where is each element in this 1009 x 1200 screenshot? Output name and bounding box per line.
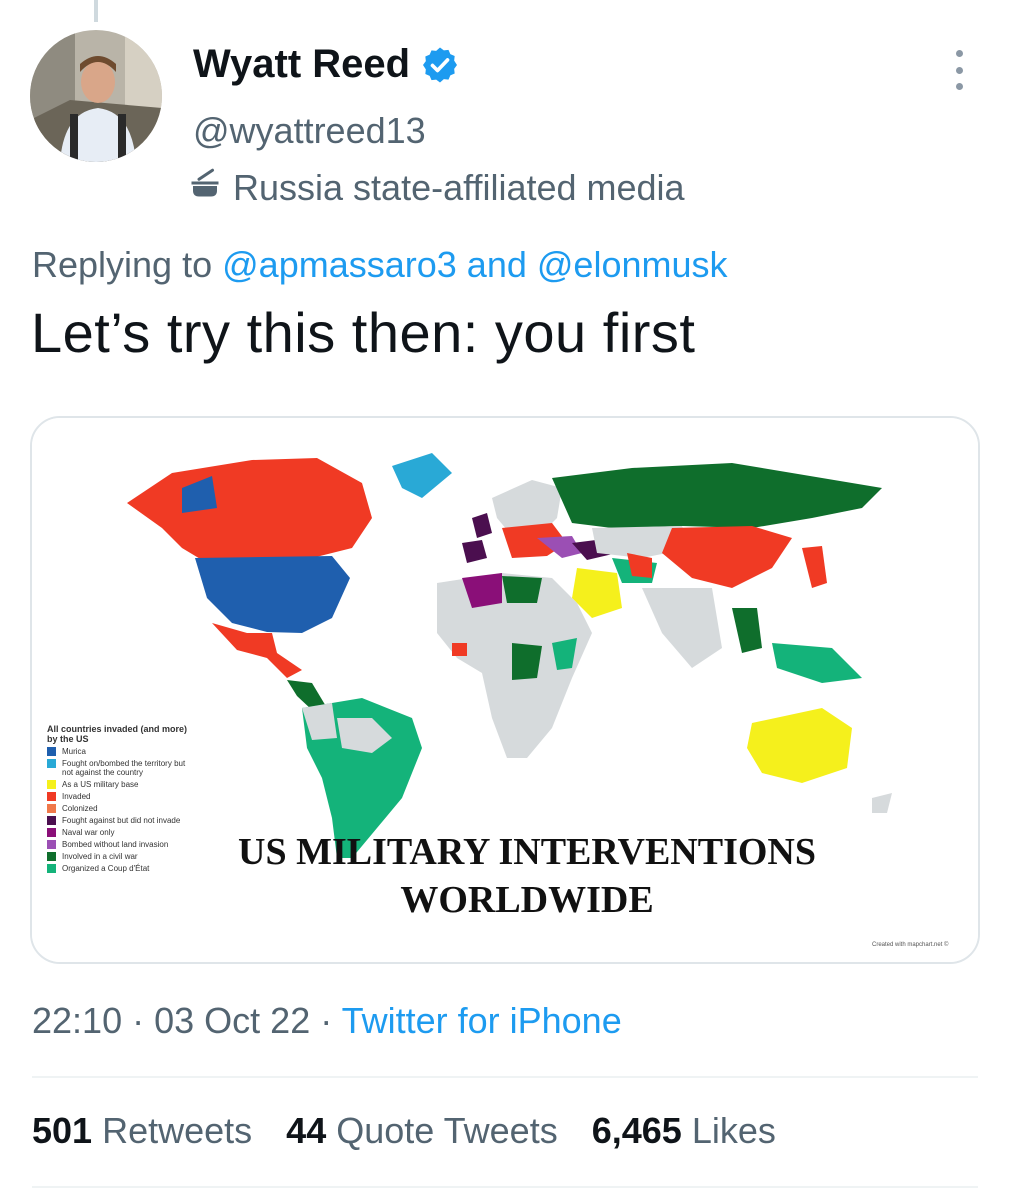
retweets-label: Retweets [102,1110,253,1151]
legend-item: Bombed without land invasion [47,840,197,849]
meta-separator: · [132,1000,145,1041]
quote-tweets-label: Quote Tweets [336,1110,558,1151]
legend-label: Colonized [62,804,98,813]
legend-item: Invaded [47,792,197,801]
legend-label: Fought on/bombed the territory but not a… [62,759,186,777]
replying-to-prefix: Replying to [32,244,213,285]
mention-link[interactable]: @apmassaro3 [222,244,457,285]
legend-item: Fought on/bombed the territory but not a… [47,759,197,777]
legend-label: Fought against but did not invade [62,816,181,825]
legend-swatch [47,816,56,825]
map-title-line2: WORLDWIDE [400,879,654,921]
legend-item: Naval war only [47,828,197,837]
legend-swatch [47,828,56,837]
tweet-meta: 22:10 · 03 Oct 22 · Twitter for iPhone [32,1000,622,1042]
state-media-label[interactable]: Russia state-affiliated media [187,165,685,210]
verified-badge-icon [420,45,460,85]
map-title-line1: US MILITARY INTERVENTIONS [238,831,816,873]
legend-swatch [47,780,56,789]
tweet-time[interactable]: 22:10 [32,1000,122,1041]
legend-swatch [47,864,56,873]
more-options-icon[interactable] [944,50,974,90]
likes-count: 6,465 [591,1110,682,1151]
state-media-text: Russia state-affiliated media [233,166,685,208]
replying-to-joiner: and [466,244,527,285]
tweet-text: Let’s try this then: you first [31,301,696,364]
thread-connector [94,0,98,22]
author-name-text: Wyatt Reed [193,42,411,86]
quote-tweets-count: 44 [286,1110,327,1151]
legend-item: Colonized [47,804,197,813]
legend-item: Involved in a civil war [47,852,197,861]
map-credit: Created with mapchart.net © [872,942,949,948]
legend-label: As a US military base [62,780,139,789]
tweet-stats: 501 Retweets 44 Quote Tweets 6,465 Likes [32,1110,776,1152]
divider [32,1076,978,1078]
legend-item: As a US military base [47,780,197,789]
legend-swatch [47,804,56,813]
legend-swatch [47,759,56,768]
legend-swatch [47,792,56,801]
legend-item: Murica [47,747,197,756]
legend-label: Involved in a civil war [62,852,138,861]
map-title: US MILITARY INTERVENTIONS WORLDWIDE [182,828,872,924]
legend-label: Invaded [62,792,91,801]
replying-to: Replying to @apmassaro3 and @elonmusk [32,244,728,286]
tweet-source[interactable]: Twitter for iPhone [342,1000,622,1041]
map-legend: All countries invaded (and more) by the … [47,724,197,876]
legend-swatch [47,852,56,861]
meta-separator: · [320,1000,333,1041]
legend-label: Organized a Coup d'État [62,864,150,873]
retweets-stat[interactable]: 501 Retweets [32,1110,252,1152]
tweet-date[interactable]: 03 Oct 22 [154,1000,310,1041]
author-name[interactable]: Wyatt Reed [193,42,460,87]
quote-tweets-stat[interactable]: 44 Quote Tweets [286,1110,558,1152]
legend-item: Organized a Coup d'État [47,864,197,873]
legend-item: Fought against but did not invade [47,816,197,825]
mention-link[interactable]: @elonmusk [537,244,728,285]
likes-label: Likes [691,1110,776,1151]
author-handle[interactable]: @wyattreed13 [193,110,426,152]
tweet-media-image[interactable]: All countries invaded (and more) by the … [30,416,980,964]
legend-swatch [47,747,56,756]
legend-label: Naval war only [62,828,115,837]
divider [32,1186,978,1188]
legend-title: All countries invaded (and more) by the … [47,724,188,744]
likes-stat[interactable]: 6,465 Likes [592,1110,776,1152]
legend-label: Bombed without land invasion [62,840,169,849]
state-media-icon [187,165,223,210]
legend-label: Murica [62,747,87,756]
avatar[interactable] [30,30,162,162]
retweets-count: 501 [32,1110,93,1151]
legend-swatch [47,840,56,849]
